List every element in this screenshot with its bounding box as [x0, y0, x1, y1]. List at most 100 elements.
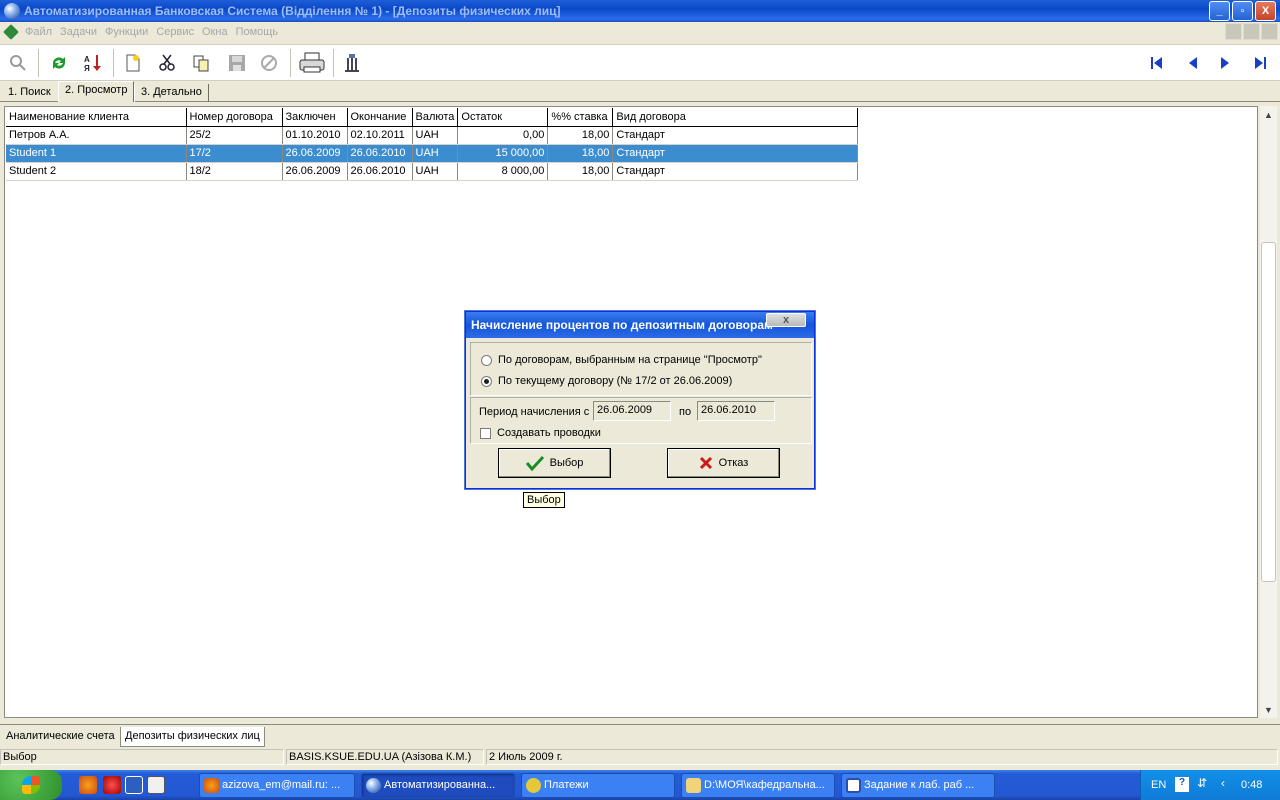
firefox-icon[interactable] [79, 776, 97, 794]
opera-icon[interactable] [103, 776, 121, 794]
last-record-icon[interactable] [1250, 53, 1270, 73]
table-cell[interactable]: UAH [412, 162, 459, 181]
language-indicator[interactable]: EN [1151, 779, 1166, 791]
scroll-up-icon[interactable]: ▲ [1260, 106, 1277, 123]
table-cell[interactable]: 18,00 [547, 144, 614, 163]
task-label: Автоматизированна... [384, 779, 496, 791]
col-contract-type[interactable]: Вид договора [612, 108, 859, 127]
tab-individual-deposits[interactable]: Депозиты физических лиц [120, 727, 265, 747]
scroll-down-icon[interactable]: ▼ [1260, 701, 1277, 718]
table-row[interactable]: Student 2 18/2 26.06.2009 26.06.2010 UAH 8 00… [6, 162, 859, 181]
table-cell[interactable]: 18,00 [547, 162, 614, 181]
col-end-date[interactable]: Окончание [347, 108, 413, 127]
table-cell[interactable]: 25/2 [186, 126, 283, 145]
help-icon[interactable]: ? [1175, 777, 1189, 792]
col-rate[interactable]: %% ставка [547, 108, 614, 127]
task-folder[interactable]: D:\МОЯ\кафедральна... [681, 773, 835, 798]
col-contract-number[interactable]: Номер договора [186, 108, 283, 127]
menu-file[interactable]: Файл [25, 26, 52, 38]
table-cell[interactable]: 26.06.2010 [347, 162, 413, 181]
desktop-icon[interactable] [147, 776, 165, 794]
table-row[interactable]: Student 1 17/2 26.06.2009 26.06.2010 UAH 15 0… [6, 144, 859, 163]
cancel-icon[interactable] [257, 51, 281, 75]
menu-windows[interactable]: Окна [202, 26, 228, 38]
table-cell[interactable]: 26.06.2009 [282, 144, 348, 163]
menu-help[interactable]: Помощь [236, 26, 279, 38]
vertical-scrollbar[interactable]: ▲ ▼ [1260, 106, 1277, 718]
start-button[interactable] [0, 770, 62, 800]
task-banking-app[interactable]: Автоматизированна... [361, 773, 515, 798]
first-record-icon[interactable] [1147, 53, 1167, 73]
menu-tasks[interactable]: Задачи [60, 26, 97, 38]
col-currency[interactable]: Валюта [412, 108, 459, 127]
table-cell[interactable]: Петров А.А. [6, 126, 187, 145]
save-icon[interactable] [225, 51, 249, 75]
task-label: azizova_em@mail.ru: ... [222, 779, 341, 791]
copy-icon[interactable] [189, 51, 213, 75]
table-cell[interactable]: 01.10.2010 [282, 126, 348, 145]
col-concluded[interactable]: Заключен [282, 108, 348, 127]
select-button[interactable]: Выбор [498, 448, 611, 478]
tray-expand-icon[interactable]: ‹ [1221, 776, 1225, 790]
mdi-child-icon[interactable] [3, 24, 19, 40]
refresh-icon[interactable] [47, 51, 71, 75]
window-titlebar[interactable]: Автоматизированная Банковская Система (В… [0, 0, 1280, 22]
radio-icon[interactable] [481, 375, 492, 387]
minimize-button[interactable]: _ [1209, 1, 1230, 21]
tool-icon[interactable] [340, 51, 364, 75]
close-button[interactable]: X [1255, 1, 1276, 21]
table-cell[interactable]: Student 1 [6, 144, 187, 163]
new-document-icon[interactable] [121, 51, 145, 75]
table-cell[interactable]: 8 000,00 [457, 162, 549, 181]
table-cell[interactable]: 26.06.2009 [282, 162, 348, 181]
print-icon[interactable] [298, 51, 326, 75]
prev-record-icon[interactable] [1183, 53, 1203, 73]
tab-detail[interactable]: 3. Детально [134, 84, 209, 102]
table-cell[interactable]: 17/2 [186, 144, 283, 163]
network-icon[interactable]: ⇵ [1197, 776, 1207, 790]
zoom-icon[interactable] [6, 51, 30, 75]
table-cell[interactable]: 02.10.2011 [347, 126, 413, 145]
menu-functions[interactable]: Функции [105, 26, 148, 38]
table-cell[interactable]: Student 2 [6, 162, 187, 181]
col-balance[interactable]: Остаток [457, 108, 549, 127]
media-icon[interactable] [125, 776, 143, 794]
cut-icon[interactable] [155, 51, 179, 75]
radio-selected-contracts[interactable]: По договорам, выбранным на странице "Про… [481, 354, 762, 366]
task-payments[interactable]: Платежи [521, 773, 675, 798]
table-cell[interactable]: Стандарт [612, 126, 859, 145]
col-client-name[interactable]: Наименование клиента [6, 108, 187, 127]
radio-icon[interactable] [481, 354, 492, 366]
radio-current-contract[interactable]: По текущему договору (№ 17/2 от 26.06.20… [481, 375, 732, 387]
date-to-input[interactable]: 26.06.2010 [697, 401, 775, 421]
date-from-input[interactable]: 26.06.2009 [593, 401, 671, 421]
task-firefox[interactable]: azizova_em@mail.ru: ... [199, 773, 355, 798]
dialog-close-button[interactable]: x [766, 313, 806, 327]
table-cell[interactable]: Стандарт [612, 144, 859, 163]
table-row[interactable]: Петров А.А. 25/2 01.10.2010 02.10.2011 UAH 0,… [6, 126, 859, 145]
table-cell[interactable]: 18,00 [547, 126, 614, 145]
tab-view[interactable]: 2. Просмотр [58, 81, 135, 102]
table-cell[interactable]: UAH [412, 126, 459, 145]
contracts-table[interactable]: Наименование клиента Номер договора Закл… [6, 108, 859, 181]
table-cell[interactable]: 18/2 [186, 162, 283, 181]
scroll-thumb[interactable] [1261, 242, 1276, 582]
tab-analytic-accounts[interactable]: Аналитические счета [2, 727, 119, 747]
mdi-minimize-button[interactable] [1225, 23, 1242, 40]
restore-button[interactable]: ▫ [1232, 1, 1253, 21]
toolbar: AЯ [0, 44, 1280, 81]
table-cell[interactable]: 0,00 [457, 126, 549, 145]
sort-icon[interactable]: AЯ [81, 51, 105, 75]
mdi-close-button[interactable] [1261, 23, 1278, 40]
menu-service[interactable]: Сервис [156, 26, 194, 38]
table-cell[interactable]: Стандарт [612, 162, 859, 181]
table-cell[interactable]: UAH [412, 144, 459, 163]
task-word[interactable]: Задание к лаб. раб ... [841, 773, 995, 798]
table-cell[interactable]: 26.06.2010 [347, 144, 413, 163]
tab-search[interactable]: 1. Поиск [2, 84, 57, 102]
cancel-button[interactable]: Отказ [667, 448, 780, 478]
create-entries-checkbox[interactable] [480, 428, 491, 439]
next-record-icon[interactable] [1215, 53, 1235, 73]
table-cell[interactable]: 15 000,00 [457, 144, 549, 163]
mdi-restore-button[interactable] [1243, 23, 1260, 40]
